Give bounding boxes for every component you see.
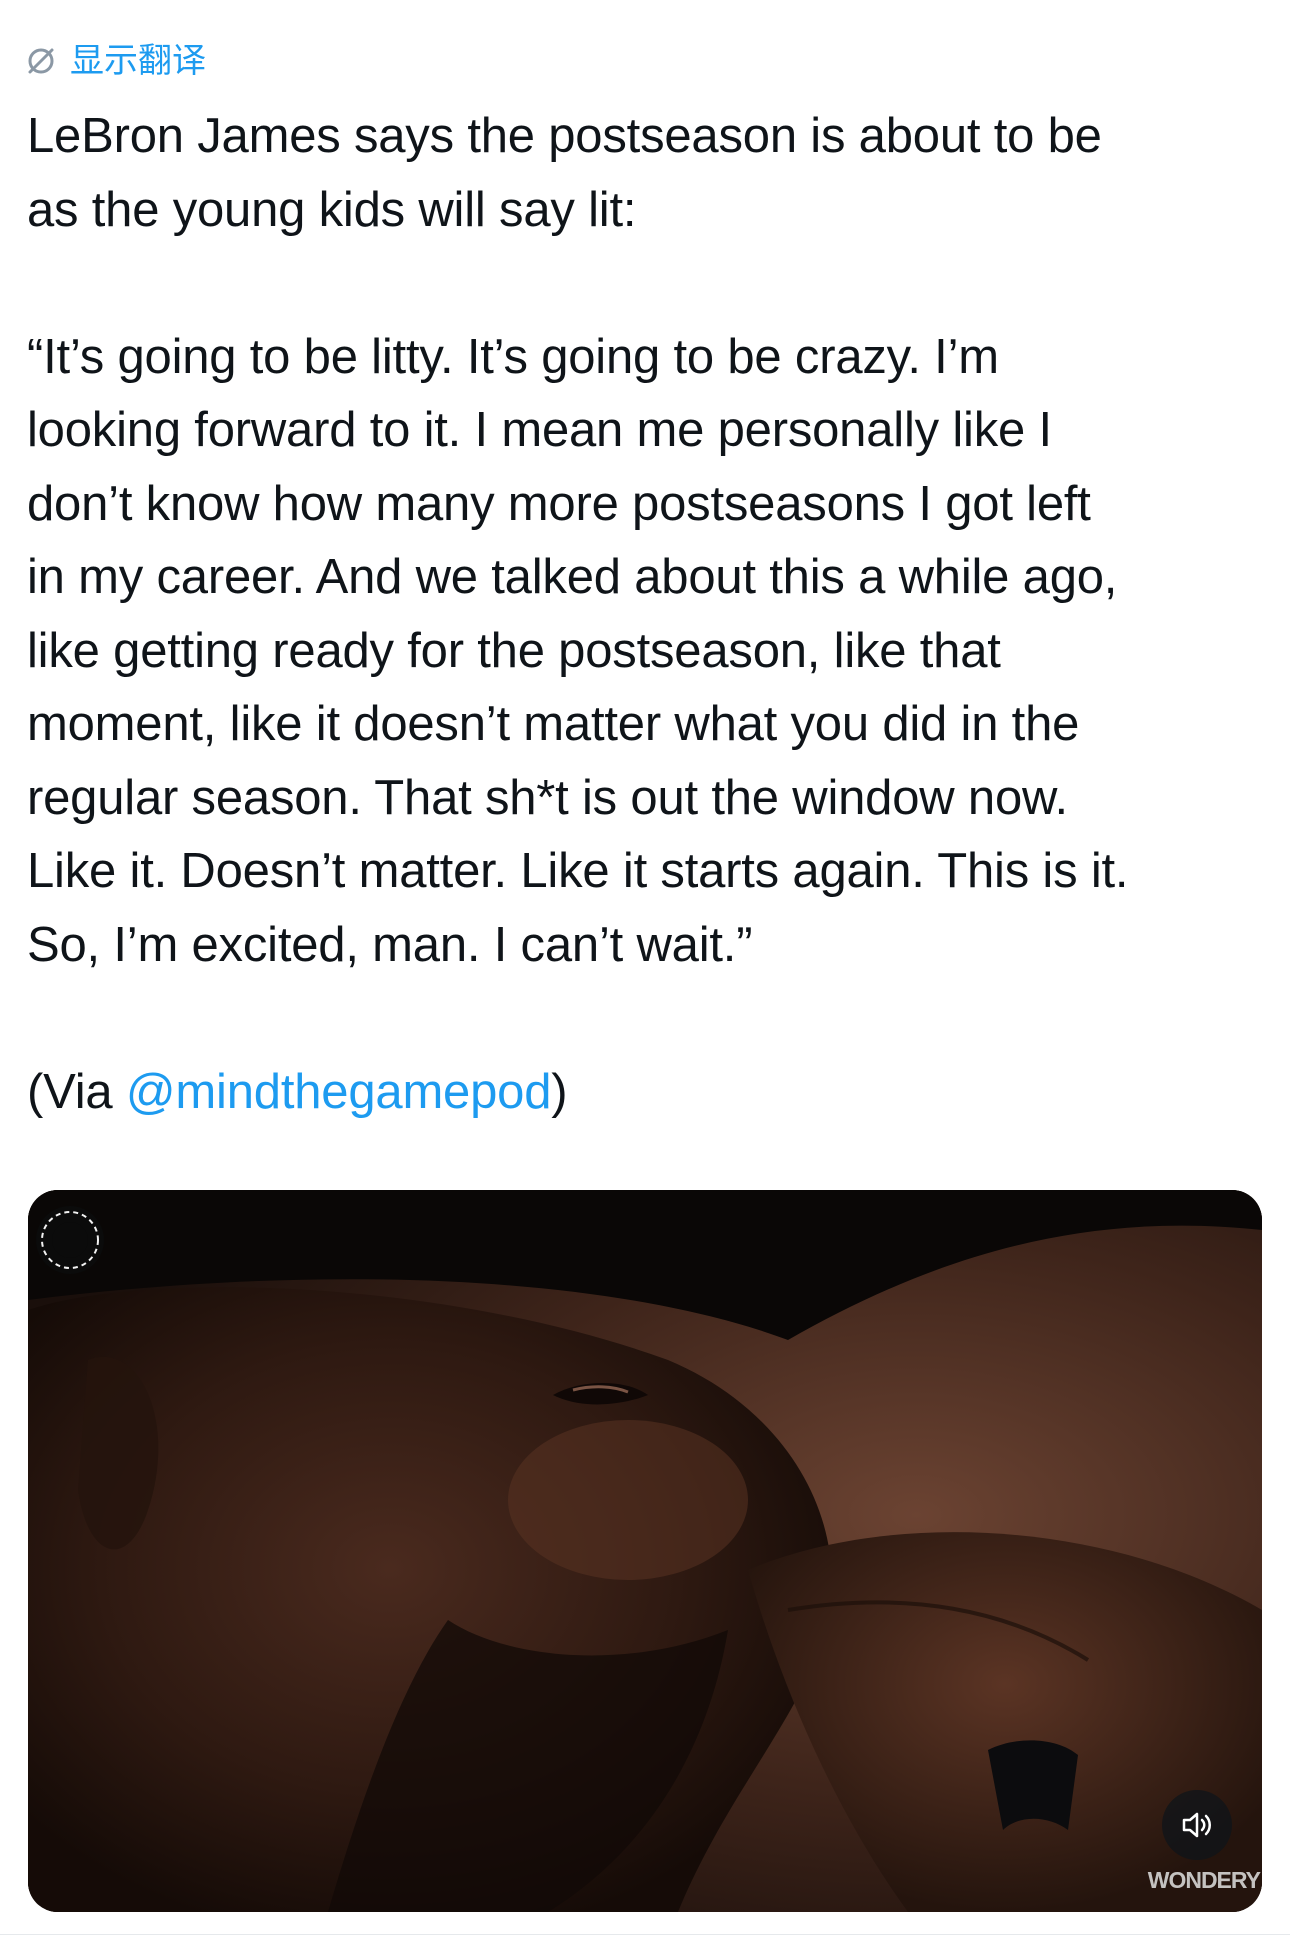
tweet-line: LeBron James says the postseason is abou… [27,109,1102,163]
volume-button[interactable] [1162,1790,1232,1860]
tweet-line: as the young kids will say lit: [27,182,637,237]
uninterrupted-badge [28,1190,108,1286]
tweet-line: So, I’m excited, man. I can’t wait.” [27,917,753,972]
tweet-line: like getting ready for the postseason, l… [27,623,1001,678]
bottom-divider [0,1934,1290,1935]
tweet-line: don’t know how many more postseasons I g… [27,476,1091,531]
wondery-watermark: WONDERY [1147,1867,1261,1893]
tweet-line: Like it. Doesn’t matter. Like it starts … [27,844,1129,898]
video-player[interactable]: WONDERY [28,1190,1262,1912]
speaker-volume-icon [1182,1812,1211,1838]
tweet-line: moment, like it doesn’t matter what you … [27,697,1080,751]
globe-translate-icon [26,46,56,76]
tweet-line: looking forward to it. I mean me persona… [27,403,1052,457]
tweet-line: “It’s going to be litty. It’s going to b… [27,329,999,384]
via-prefix: (Via [27,1064,126,1119]
tweet-line: regular season. That sh*t is out the win… [27,770,1068,825]
via-line: (Via @mindthegamepod) [27,1056,1277,1130]
video-frame [28,1190,1262,1912]
show-translation-label: 显示翻译 [70,41,206,81]
show-translation-button[interactable]: 显示翻译 [26,38,206,84]
via-suffix: ) [551,1064,568,1119]
mention-link[interactable]: @mindthegamepod [126,1065,552,1119]
tweet-line: in my career. And we talked about this a… [27,550,1118,604]
tweet-text: LeBron James says the postseason is abou… [27,100,1277,1129]
